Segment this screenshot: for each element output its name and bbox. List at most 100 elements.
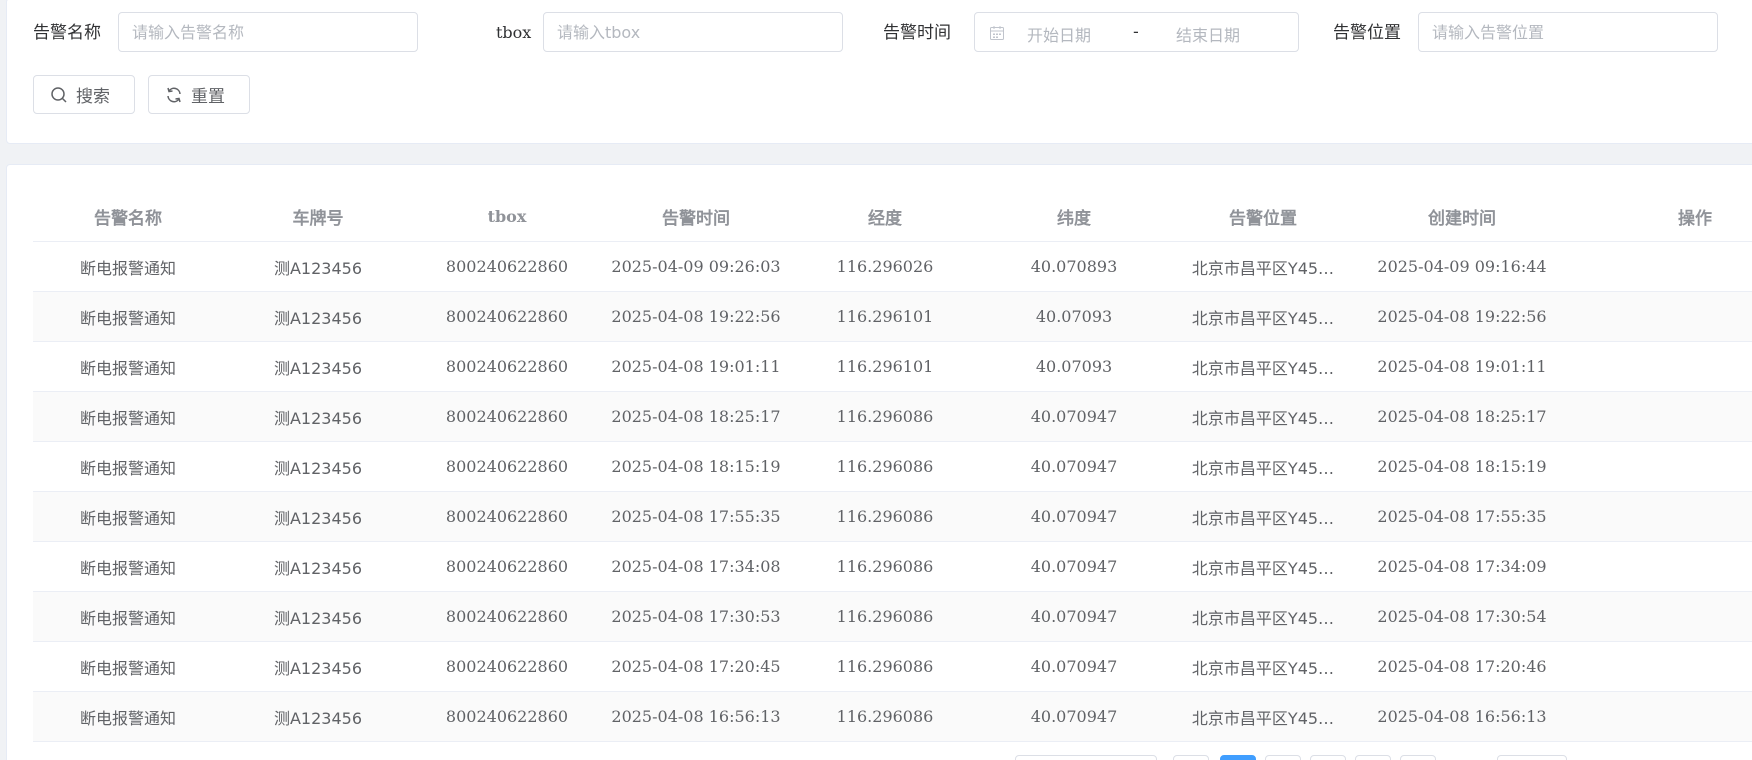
end-date-input[interactable]: 结束日期 <box>1176 22 1240 46</box>
search-form: 告警名称 tbox 告警时间 开始日期 - 结束日期 告警位置 <box>6 0 1752 144</box>
cell-latitude: 40.070947 <box>979 541 1169 592</box>
cell-created-time: 2025-04-08 19:22:56 <box>1357 291 1567 342</box>
cell-created-time: 2025-04-08 16:56:13 <box>1357 691 1567 742</box>
column-header-created-time[interactable]: 创建时间 <box>1357 191 1567 242</box>
search-button-label: 搜索 <box>76 87 110 106</box>
cell-plate-number: 测A123456 <box>223 591 413 642</box>
page-button[interactable] <box>1220 755 1256 760</box>
alarm-table: 告警名称 车牌号 tbox 告警时间 经度 纬度 告警位置 创建时间 操作 断电… <box>33 191 1752 742</box>
table-row[interactable]: 断电报警通知 测A123456 800240622860 2025-04-08 17:… <box>33 591 1752 642</box>
jump-page-input[interactable] <box>1497 755 1567 760</box>
cell-actions <box>1567 391 1752 442</box>
alarm-time-range-picker[interactable]: 开始日期 - 结束日期 <box>974 12 1299 52</box>
cell-tbox: 800240622860 <box>413 641 601 692</box>
page-button[interactable] <box>1355 755 1391 760</box>
cell-alarm-name: 断电报警通知 <box>33 541 223 592</box>
cell-longitude: 116.296086 <box>791 691 979 742</box>
alarm-table-card: 告警名称 车牌号 tbox 告警时间 经度 纬度 告警位置 创建时间 操作 断电… <box>6 164 1752 760</box>
cell-longitude: 116.296086 <box>791 591 979 642</box>
cell-created-time: 2025-04-08 19:01:11 <box>1357 341 1567 392</box>
cell-tbox: 800240622860 <box>413 291 601 342</box>
alarm-time-label: 告警时间 <box>883 23 951 43</box>
refresh-icon <box>167 87 181 102</box>
column-header-longitude[interactable]: 经度 <box>791 191 979 242</box>
cell-alarm-location: 北京市昌平区Y45… <box>1169 641 1357 692</box>
cell-tbox: 800240622860 <box>413 541 601 592</box>
column-header-latitude[interactable]: 纬度 <box>979 191 1169 242</box>
cell-tbox: 800240622860 <box>413 441 601 492</box>
alarm-name-input[interactable] <box>118 12 418 52</box>
cell-alarm-location: 北京市昌平区Y45… <box>1169 591 1357 642</box>
cell-actions <box>1567 491 1752 542</box>
cell-actions <box>1567 691 1752 742</box>
cell-plate-number: 测A123456 <box>223 491 413 542</box>
alarm-location-label: 告警位置 <box>1333 23 1401 43</box>
cell-longitude: 116.296086 <box>791 441 979 492</box>
column-header-alarm-name[interactable]: 告警名称 <box>33 191 223 242</box>
cell-plate-number: 测A123456 <box>223 541 413 592</box>
page-button[interactable] <box>1265 755 1301 760</box>
cell-alarm-time: 2025-04-08 17:55:35 <box>601 491 791 542</box>
table-row[interactable]: 断电报警通知 测A123456 800240622860 2025-04-08 16:… <box>33 691 1752 742</box>
cell-actions <box>1567 591 1752 642</box>
cell-alarm-time: 2025-04-08 18:15:19 <box>601 441 791 492</box>
cell-alarm-name: 断电报警通知 <box>33 441 223 492</box>
table-row[interactable]: 断电报警通知 测A123456 800240622860 2025-04-08 17:… <box>33 641 1752 692</box>
cell-created-time: 2025-04-09 09:16:44 <box>1357 241 1567 292</box>
cell-created-time: 2025-04-08 17:20:46 <box>1357 641 1567 692</box>
range-separator: - <box>1133 22 1139 41</box>
cell-alarm-time: 2025-04-08 16:56:13 <box>601 691 791 742</box>
cell-plate-number: 测A123456 <box>223 241 413 292</box>
column-header-alarm-location[interactable]: 告警位置 <box>1169 191 1357 242</box>
cell-latitude: 40.070947 <box>979 441 1169 492</box>
table-row[interactable]: 断电报警通知 测A123456 800240622860 2025-04-08 19:… <box>33 291 1752 342</box>
cell-alarm-time: 2025-04-08 19:22:56 <box>601 291 791 342</box>
cell-alarm-name: 断电报警通知 <box>33 241 223 292</box>
table-header-row: 告警名称 车牌号 tbox 告警时间 经度 纬度 告警位置 创建时间 操作 <box>33 191 1752 242</box>
cell-alarm-name: 断电报警通知 <box>33 641 223 692</box>
cell-actions <box>1567 441 1752 492</box>
cell-longitude: 116.296086 <box>791 491 979 542</box>
cell-latitude: 40.070947 <box>979 591 1169 642</box>
cell-actions <box>1567 641 1752 692</box>
search-icon <box>51 86 67 103</box>
alarm-table-body: 断电报警通知 测A123456 800240622860 2025-04-09 09:… <box>33 241 1752 742</box>
cell-alarm-location: 北京市昌平区Y45… <box>1169 291 1357 342</box>
table-row[interactable]: 断电报警通知 测A123456 800240622860 2025-04-08 17:… <box>33 541 1752 592</box>
cell-alarm-time: 2025-04-08 17:20:45 <box>601 641 791 692</box>
cell-latitude: 40.070947 <box>979 391 1169 442</box>
cell-alarm-name: 断电报警通知 <box>33 291 223 342</box>
cell-plate-number: 测A123456 <box>223 291 413 342</box>
column-header-alarm-time[interactable]: 告警时间 <box>601 191 791 242</box>
cell-created-time: 2025-04-08 18:25:17 <box>1357 391 1567 442</box>
table-row[interactable]: 断电报警通知 测A123456 800240622860 2025-04-09 09:… <box>33 241 1752 292</box>
column-header-plate-number[interactable]: 车牌号 <box>223 191 413 242</box>
table-row[interactable]: 断电报警通知 测A123456 800240622860 2025-04-08 18:… <box>33 391 1752 442</box>
cell-latitude: 40.070893 <box>979 241 1169 292</box>
table-row[interactable]: 断电报警通知 测A123456 800240622860 2025-04-08 17:… <box>33 491 1752 542</box>
cell-longitude: 116.296101 <box>791 341 979 392</box>
alarm-location-input[interactable] <box>1418 12 1718 52</box>
cell-latitude: 40.070947 <box>979 691 1169 742</box>
column-header-tbox[interactable]: tbox <box>413 191 601 242</box>
cell-alarm-time: 2025-04-08 17:30:53 <box>601 591 791 642</box>
tbox-input[interactable] <box>543 12 843 52</box>
cell-created-time: 2025-04-08 17:30:54 <box>1357 591 1567 642</box>
table-row[interactable]: 断电报警通知 测A123456 800240622860 2025-04-08 18:… <box>33 441 1752 492</box>
cell-plate-number: 测A123456 <box>223 391 413 442</box>
prev-page-button[interactable] <box>1173 755 1209 760</box>
start-date-input[interactable]: 开始日期 <box>1027 22 1091 46</box>
cell-plate-number: 测A123456 <box>223 441 413 492</box>
cell-tbox: 800240622860 <box>413 241 601 292</box>
cell-actions <box>1567 241 1752 292</box>
cell-alarm-location: 北京市昌平区Y45… <box>1169 441 1357 492</box>
page-button[interactable] <box>1310 755 1346 760</box>
page-size-select[interactable] <box>1015 755 1157 760</box>
reset-button[interactable]: 重置 <box>148 75 250 114</box>
table-row[interactable]: 断电报警通知 测A123456 800240622860 2025-04-08 19:… <box>33 341 1752 392</box>
cell-plate-number: 测A123456 <box>223 641 413 692</box>
tbox-label: tbox <box>496 23 532 42</box>
cell-actions <box>1567 541 1752 592</box>
page-button[interactable] <box>1400 755 1436 760</box>
search-button[interactable]: 搜索 <box>33 75 135 114</box>
